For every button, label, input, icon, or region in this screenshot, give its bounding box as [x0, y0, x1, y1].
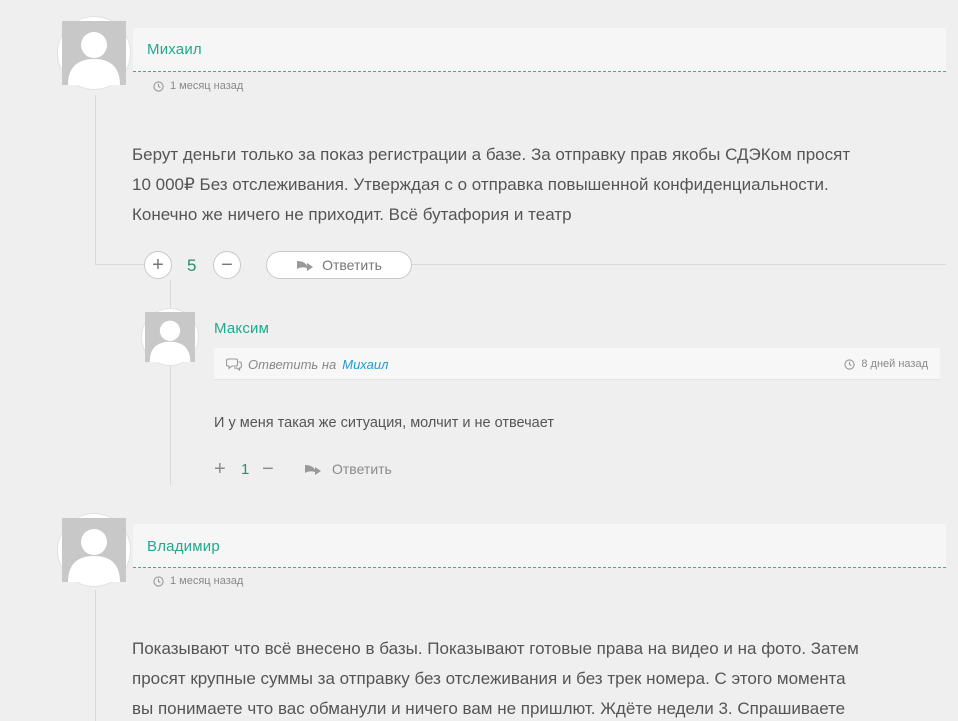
comment-line: вы понимаете что вас обманули и ничего в… — [132, 699, 846, 718]
comment-body: Берут деньги только за показ регистрации… — [132, 140, 942, 230]
reply-target-link[interactable]: Михаил — [342, 357, 388, 372]
plus-icon: + — [214, 458, 226, 480]
upvote-button[interactable]: + — [214, 459, 226, 479]
reply-prefix: Ответить на — [248, 357, 337, 372]
comment-line: Показывают что всё внесено в базы. Показ… — [132, 639, 859, 658]
comment-timestamp: 1 месяц назад — [153, 575, 243, 587]
thread-line — [412, 264, 946, 265]
thread-line — [95, 264, 145, 265]
timestamp-text: 1 месяц назад — [170, 80, 244, 92]
reply-meta-bar: Ответить на Михаил 8 дней назад — [214, 348, 940, 380]
clock-icon — [153, 80, 164, 92]
comment-author[interactable]: Максим — [214, 320, 269, 337]
timestamp-text: 8 дней назад — [861, 358, 928, 370]
comment-line: 10 000₽ Без отслеживания. Утверждая с о … — [132, 175, 829, 194]
user-avatar-icon — [62, 21, 126, 85]
downvote-button[interactable]: − — [213, 251, 241, 279]
minus-icon: − — [221, 254, 233, 276]
minus-icon: − — [262, 458, 274, 480]
comment-line: просят крупные суммы за отправку без отс… — [132, 669, 846, 688]
user-avatar-icon — [145, 312, 195, 362]
reply-to: Ответить на Михаил — [226, 357, 388, 372]
comment-line: Конечно же ничего не приходит. Всё бутаф… — [132, 205, 572, 224]
user-avatar-icon — [62, 518, 126, 582]
reply-button[interactable]: Ответить — [304, 461, 392, 477]
reply-label: Ответить — [322, 257, 382, 273]
downvote-button[interactable]: − — [262, 459, 274, 479]
comment-author[interactable]: Михаил — [147, 41, 202, 58]
comment-header: Михаил — [133, 28, 946, 72]
plus-icon: + — [152, 254, 164, 276]
avatar — [58, 17, 130, 89]
comment-body: И у меня такая же ситуация, молчит и не … — [214, 415, 554, 431]
comment-body: Показывают что всё внесено в базы. Показ… — [132, 634, 947, 721]
reply-button[interactable]: Ответить — [266, 251, 412, 279]
thread-line — [95, 95, 96, 265]
comment-author[interactable]: Владимир — [147, 538, 220, 555]
avatar — [58, 514, 130, 586]
comment-timestamp: 8 дней назад — [844, 358, 928, 370]
comment-line: Берут деньги только за показ регистрации… — [132, 145, 851, 164]
clock-icon — [844, 358, 855, 370]
vote-count: 1 — [241, 461, 250, 478]
clock-icon — [153, 575, 164, 587]
comment-timestamp: 1 месяц назад — [153, 80, 243, 92]
timestamp-text: 1 месяц назад — [170, 575, 244, 587]
upvote-button[interactable]: + — [144, 251, 172, 279]
comment-header: Владимир — [133, 524, 946, 568]
vote-count: 5 — [187, 256, 197, 275]
reply-label: Ответить — [332, 461, 392, 477]
reply-arrow-icon — [297, 261, 314, 271]
thread-line — [95, 590, 96, 721]
reply-arrow-icon — [305, 465, 321, 475]
avatar — [142, 309, 198, 365]
comment-bubble-icon — [226, 358, 242, 371]
